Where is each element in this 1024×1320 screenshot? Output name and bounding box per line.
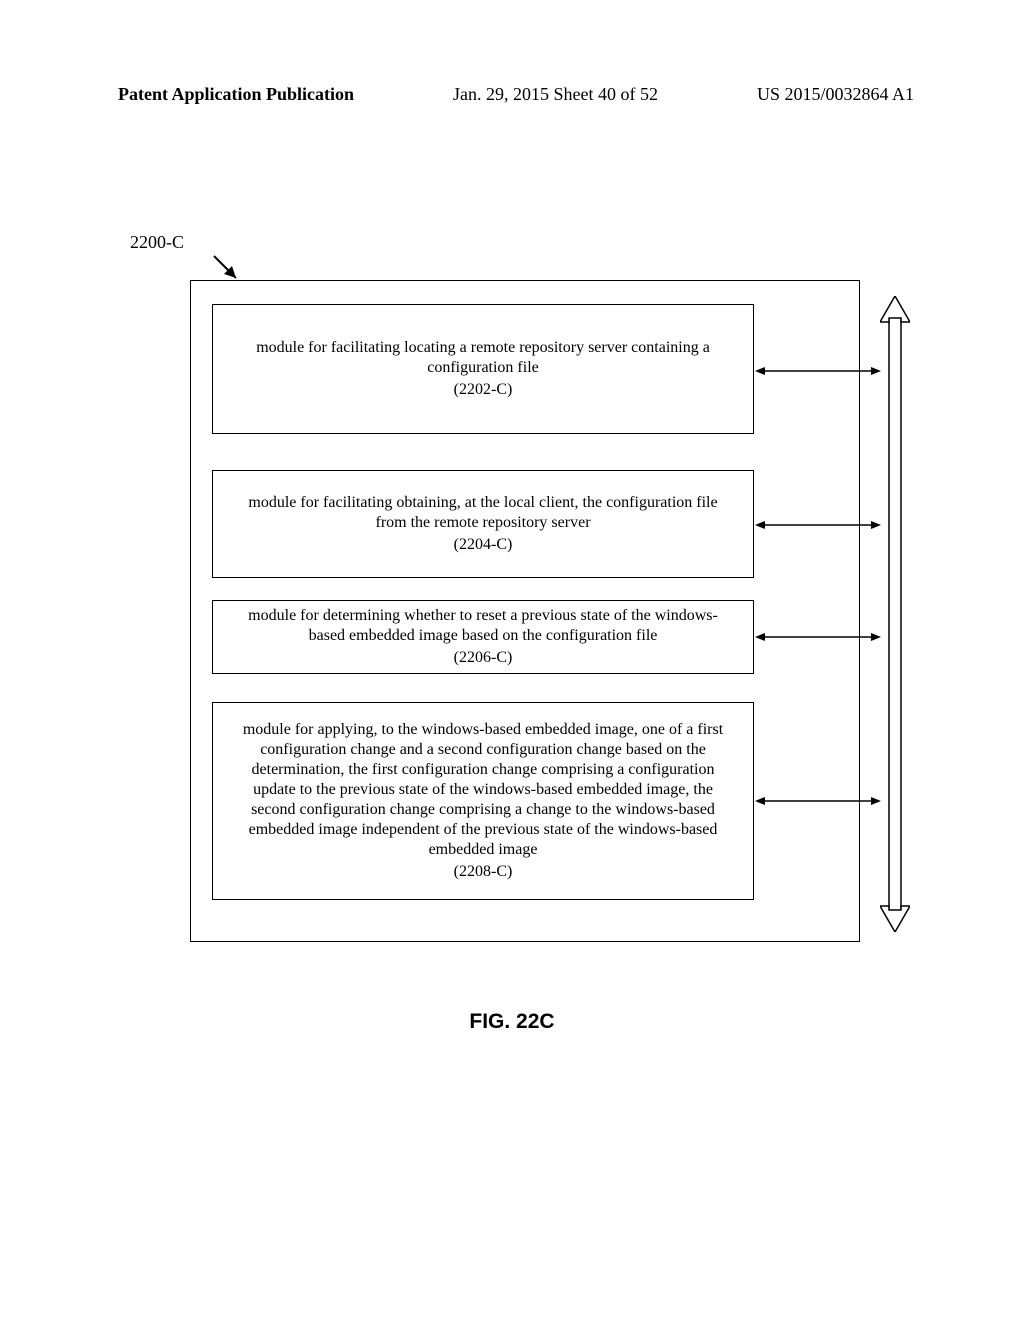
module-ref: (2204-C): [454, 535, 513, 555]
figure-caption: FIG. 22C: [0, 1010, 1024, 1034]
system-reference-label: 2200-C: [130, 232, 890, 253]
module-text: module for facilitating obtaining, at th…: [231, 493, 735, 533]
module-text: module for facilitating locating a remot…: [231, 338, 735, 378]
module-box-locate-repo: module for facilitating locating a remot…: [212, 304, 754, 434]
module-text: module for applying, to the windows-base…: [231, 720, 735, 860]
module-box-obtain-config: module for facilitating obtaining, at th…: [212, 470, 754, 578]
connector-arrow-icon: [755, 520, 881, 530]
connector-arrow-icon: [755, 796, 881, 806]
header-pub-number: US 2015/0032864 A1: [757, 84, 914, 105]
connector-arrow-icon: [755, 632, 881, 642]
module-ref: (2208-C): [454, 862, 513, 882]
module-text: module for determining whether to reset …: [231, 606, 735, 646]
module-ref: (2206-C): [454, 648, 513, 668]
header-publication: Patent Application Publication: [118, 84, 354, 105]
module-ref: (2202-C): [454, 380, 513, 400]
module-box-determine-reset: module for determining whether to reset …: [212, 600, 754, 674]
header-sheet: Jan. 29, 2015 Sheet 40 of 52: [453, 84, 658, 105]
figure-diagram: 2200-C module for facilitating locating …: [130, 232, 890, 259]
bidirectional-arrow-icon: [880, 296, 910, 932]
module-box-apply-config: module for applying, to the windows-base…: [212, 702, 754, 900]
page-header: Patent Application Publication Jan. 29, …: [0, 0, 1024, 105]
connector-arrow-icon: [755, 366, 881, 376]
